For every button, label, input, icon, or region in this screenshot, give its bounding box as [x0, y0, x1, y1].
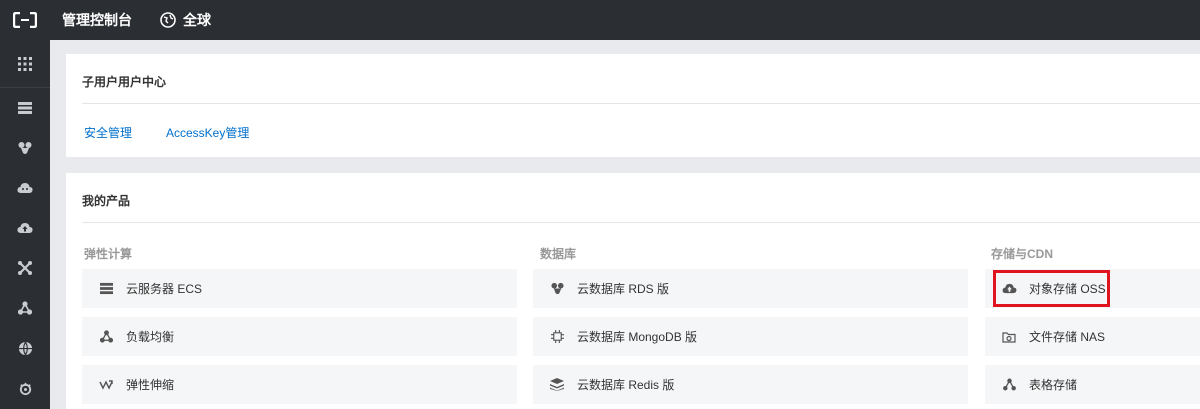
product-item-slb[interactable]: 负载均衡: [82, 317, 517, 356]
grid-icon: [18, 56, 32, 71]
product-label: 云数据库 MongoDB 版: [577, 330, 698, 344]
server-icon: [98, 281, 114, 297]
region-selector[interactable]: 全球: [160, 10, 211, 30]
divider: [82, 222, 1200, 223]
product-item-autoscaling[interactable]: 弹性伸缩: [82, 365, 517, 404]
divider: [82, 103, 1200, 104]
share-nodes-icon: [18, 301, 32, 315]
region-label: 全球: [183, 12, 211, 28]
sidebar-cdn-button[interactable]: [0, 168, 50, 208]
product-label: 云数据库 RDS 版: [577, 282, 670, 296]
product-item-ecs[interactable]: 云服务器 ECS: [82, 269, 517, 308]
folder-icon: [1001, 329, 1017, 345]
sidebar-oss-button[interactable]: [0, 208, 50, 248]
sidebar-settings-button[interactable]: [0, 368, 50, 408]
product-item-rds[interactable]: 云数据库 RDS 版: [533, 269, 968, 308]
database-icon: [18, 142, 32, 154]
my-products-card: 我的产品 弹性计算 数据库 存储与CDN 云服务器 ECS 负载均衡 弹性伸缩: [66, 173, 1200, 409]
sidebar-products-button[interactable]: [0, 40, 50, 88]
subuser-center-card: 子用户用户中心 安全管理 AccessKey管理: [66, 54, 1200, 157]
product-label: 云服务器 ECS: [126, 282, 203, 296]
sidebar-ecs-button[interactable]: [0, 88, 50, 128]
aliyun-logo-icon[interactable]: [0, 0, 50, 40]
product-label: 文件存储 NAS: [1029, 330, 1106, 344]
product-label: 弹性伸缩: [126, 378, 175, 392]
scale-icon: [98, 377, 114, 393]
product-item-mongodb[interactable]: 云数据库 MongoDB 版: [533, 317, 968, 356]
server-icon: [18, 102, 32, 114]
highlight-box: [993, 270, 1110, 307]
layers-icon: [549, 377, 565, 393]
globe-icon: [18, 341, 32, 355]
product-label: 云数据库 Redis 版: [577, 378, 675, 392]
my-products-title: 我的产品: [82, 194, 131, 208]
network-icon: [18, 261, 32, 275]
subuser-center-title: 子用户用户中心: [82, 75, 167, 89]
product-item-redis[interactable]: 云数据库 Redis 版: [533, 365, 968, 404]
main-content: 子用户用户中心 安全管理 AccessKey管理 我的产品 弹性计算 数据库 存…: [50, 40, 1200, 409]
upload-cloud-icon: [17, 223, 33, 233]
database-icon: [549, 281, 565, 297]
gear-icon: [19, 382, 31, 395]
sidebar-domain-button[interactable]: [0, 328, 50, 368]
column-title-compute: 弹性计算: [84, 247, 133, 261]
accesskey-management-link[interactable]: AccessKey管理: [166, 124, 249, 141]
sidebar: [0, 40, 50, 409]
product-item-nas[interactable]: 文件存储 NAS: [985, 317, 1200, 356]
product-item-tablestore[interactable]: 表格存储: [985, 365, 1200, 404]
sidebar-rds-button[interactable]: [0, 128, 50, 168]
globe-icon: [160, 12, 176, 28]
top-bar: 管理控制台 全球: [0, 0, 1200, 40]
sidebar-slb-button[interactable]: [0, 288, 50, 328]
share-nodes-icon: [98, 329, 114, 345]
product-label: 表格存储: [1029, 378, 1078, 392]
column-title-storage: 存储与CDN: [991, 247, 1053, 261]
console-title[interactable]: 管理控制台: [62, 10, 132, 30]
chip-icon: [549, 329, 565, 345]
sidebar-network-button[interactable]: [0, 248, 50, 288]
cloud-icon: [17, 183, 33, 193]
security-management-link[interactable]: 安全管理: [84, 124, 132, 141]
product-label: 负载均衡: [126, 330, 175, 344]
share-nodes-icon: [1001, 377, 1017, 393]
column-title-database: 数据库: [540, 247, 577, 261]
